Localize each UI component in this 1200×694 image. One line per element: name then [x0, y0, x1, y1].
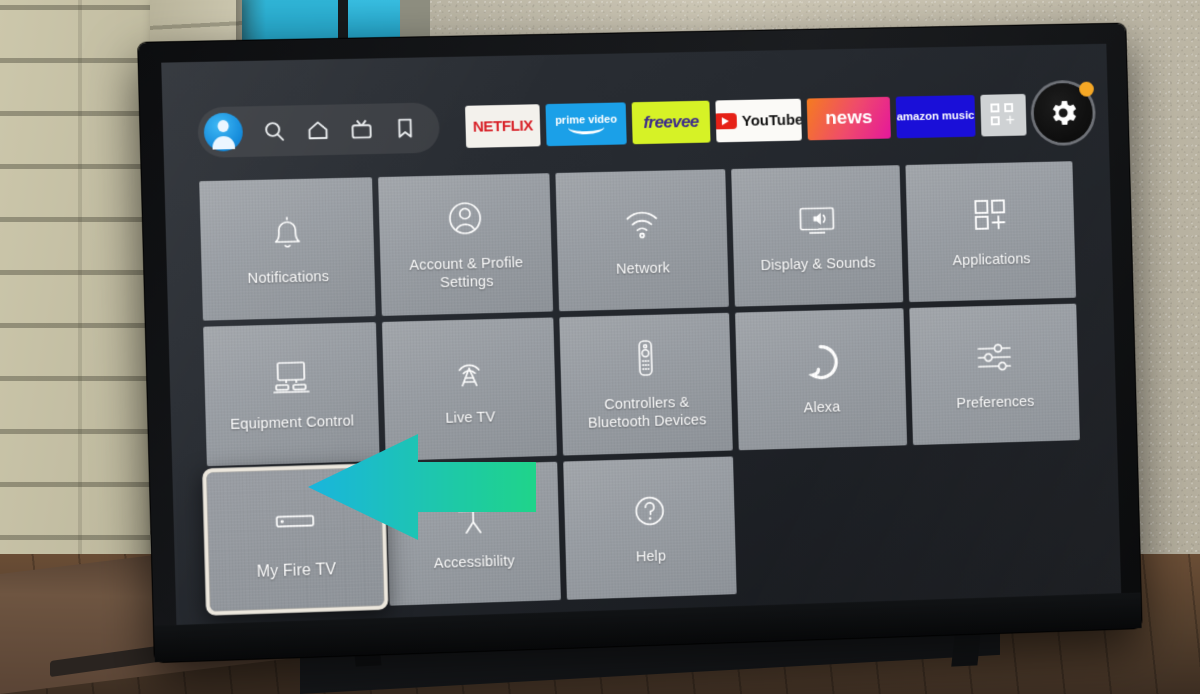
tile-label: Help [635, 548, 667, 566]
annotation-arrow [306, 432, 538, 542]
nav-pill [197, 102, 441, 158]
display-sound-icon [795, 197, 840, 242]
tile-label: Controllers & Bluetooth Devices [587, 395, 707, 432]
youtube-label: YouTube [741, 111, 802, 130]
gear-icon [1052, 100, 1077, 126]
television: NETFLIX prime video freevee YouTube news [138, 23, 1142, 663]
settings-tile-display-sounds[interactable]: Display & Sounds [731, 165, 904, 307]
equipment-icon [268, 354, 314, 400]
netflix-label: NETFLIX [472, 116, 534, 136]
bookmark-icon[interactable] [393, 116, 418, 141]
settings-gear-button[interactable] [1033, 81, 1095, 144]
home-icon[interactable] [305, 118, 330, 143]
sliders-icon [972, 335, 1016, 380]
broadcast-tower-icon [446, 349, 492, 394]
app-tile-amazon-music[interactable]: amazon music [895, 94, 976, 139]
prime-smile-icon [568, 126, 605, 135]
tile-label: My Fire TV [256, 560, 337, 581]
amazon-music-label: music [941, 109, 975, 123]
search-icon[interactable] [262, 119, 287, 144]
settings-tile-network[interactable]: Network [555, 169, 729, 312]
tile-label: Notifications [247, 269, 330, 288]
notification-dot [1078, 81, 1095, 97]
tile-label: Network [615, 260, 671, 278]
settings-tile-account-profile-settings[interactable]: Account & Profile Settings [378, 173, 554, 316]
bell-icon [264, 209, 310, 254]
settings-tile-notifications[interactable]: Notifications [199, 177, 376, 321]
app-tile-netflix[interactable]: NETFLIX [465, 104, 541, 148]
tile-label: Display & Sounds [760, 255, 876, 275]
profile-avatar[interactable] [203, 112, 244, 152]
apps-grid-icon: + [990, 103, 1016, 129]
app-library-button[interactable]: + [980, 93, 1027, 137]
person-circle-icon [442, 196, 488, 241]
alexa-ring-icon [798, 340, 843, 385]
tile-label: Preferences [956, 394, 1035, 413]
wifi-icon [619, 201, 664, 246]
settings-tile-alexa[interactable]: Alexa [735, 308, 908, 451]
app-tile-youtube[interactable]: YouTube [715, 98, 802, 143]
settings-tile-controllers-bluetooth-devices[interactable]: Controllers & Bluetooth Devices [559, 312, 733, 456]
settings-tile-preferences[interactable]: Preferences [909, 303, 1080, 446]
prime-video-label: prime video [554, 113, 618, 127]
question-circle-icon [627, 488, 672, 533]
live-tv-icon[interactable] [349, 117, 374, 142]
tile-label: Account & Profile Settings [409, 255, 524, 292]
youtube-play-icon [715, 112, 738, 130]
apps-grid-icon [968, 192, 1012, 237]
freevee-label: freevee [643, 111, 699, 133]
settings-tile-applications[interactable]: Applications [905, 161, 1077, 303]
app-tile-news[interactable]: news [806, 96, 891, 141]
tile-label: Live TV [445, 409, 496, 428]
app-tile-prime-video[interactable]: prime video [545, 102, 627, 147]
tile-label: Alexa [803, 399, 841, 417]
news-label: news [825, 107, 873, 130]
tile-label: Applications [952, 251, 1031, 270]
settings-tile-help[interactable]: Help [563, 456, 737, 600]
tile-label: Accessibility [433, 553, 515, 573]
amazon-brand-label: amazon [896, 110, 940, 124]
app-tile-freevee[interactable]: freevee [631, 100, 711, 145]
remote-icon [623, 336, 668, 381]
settings-grid: Notifications Account & Profile Settings [199, 160, 1121, 616]
